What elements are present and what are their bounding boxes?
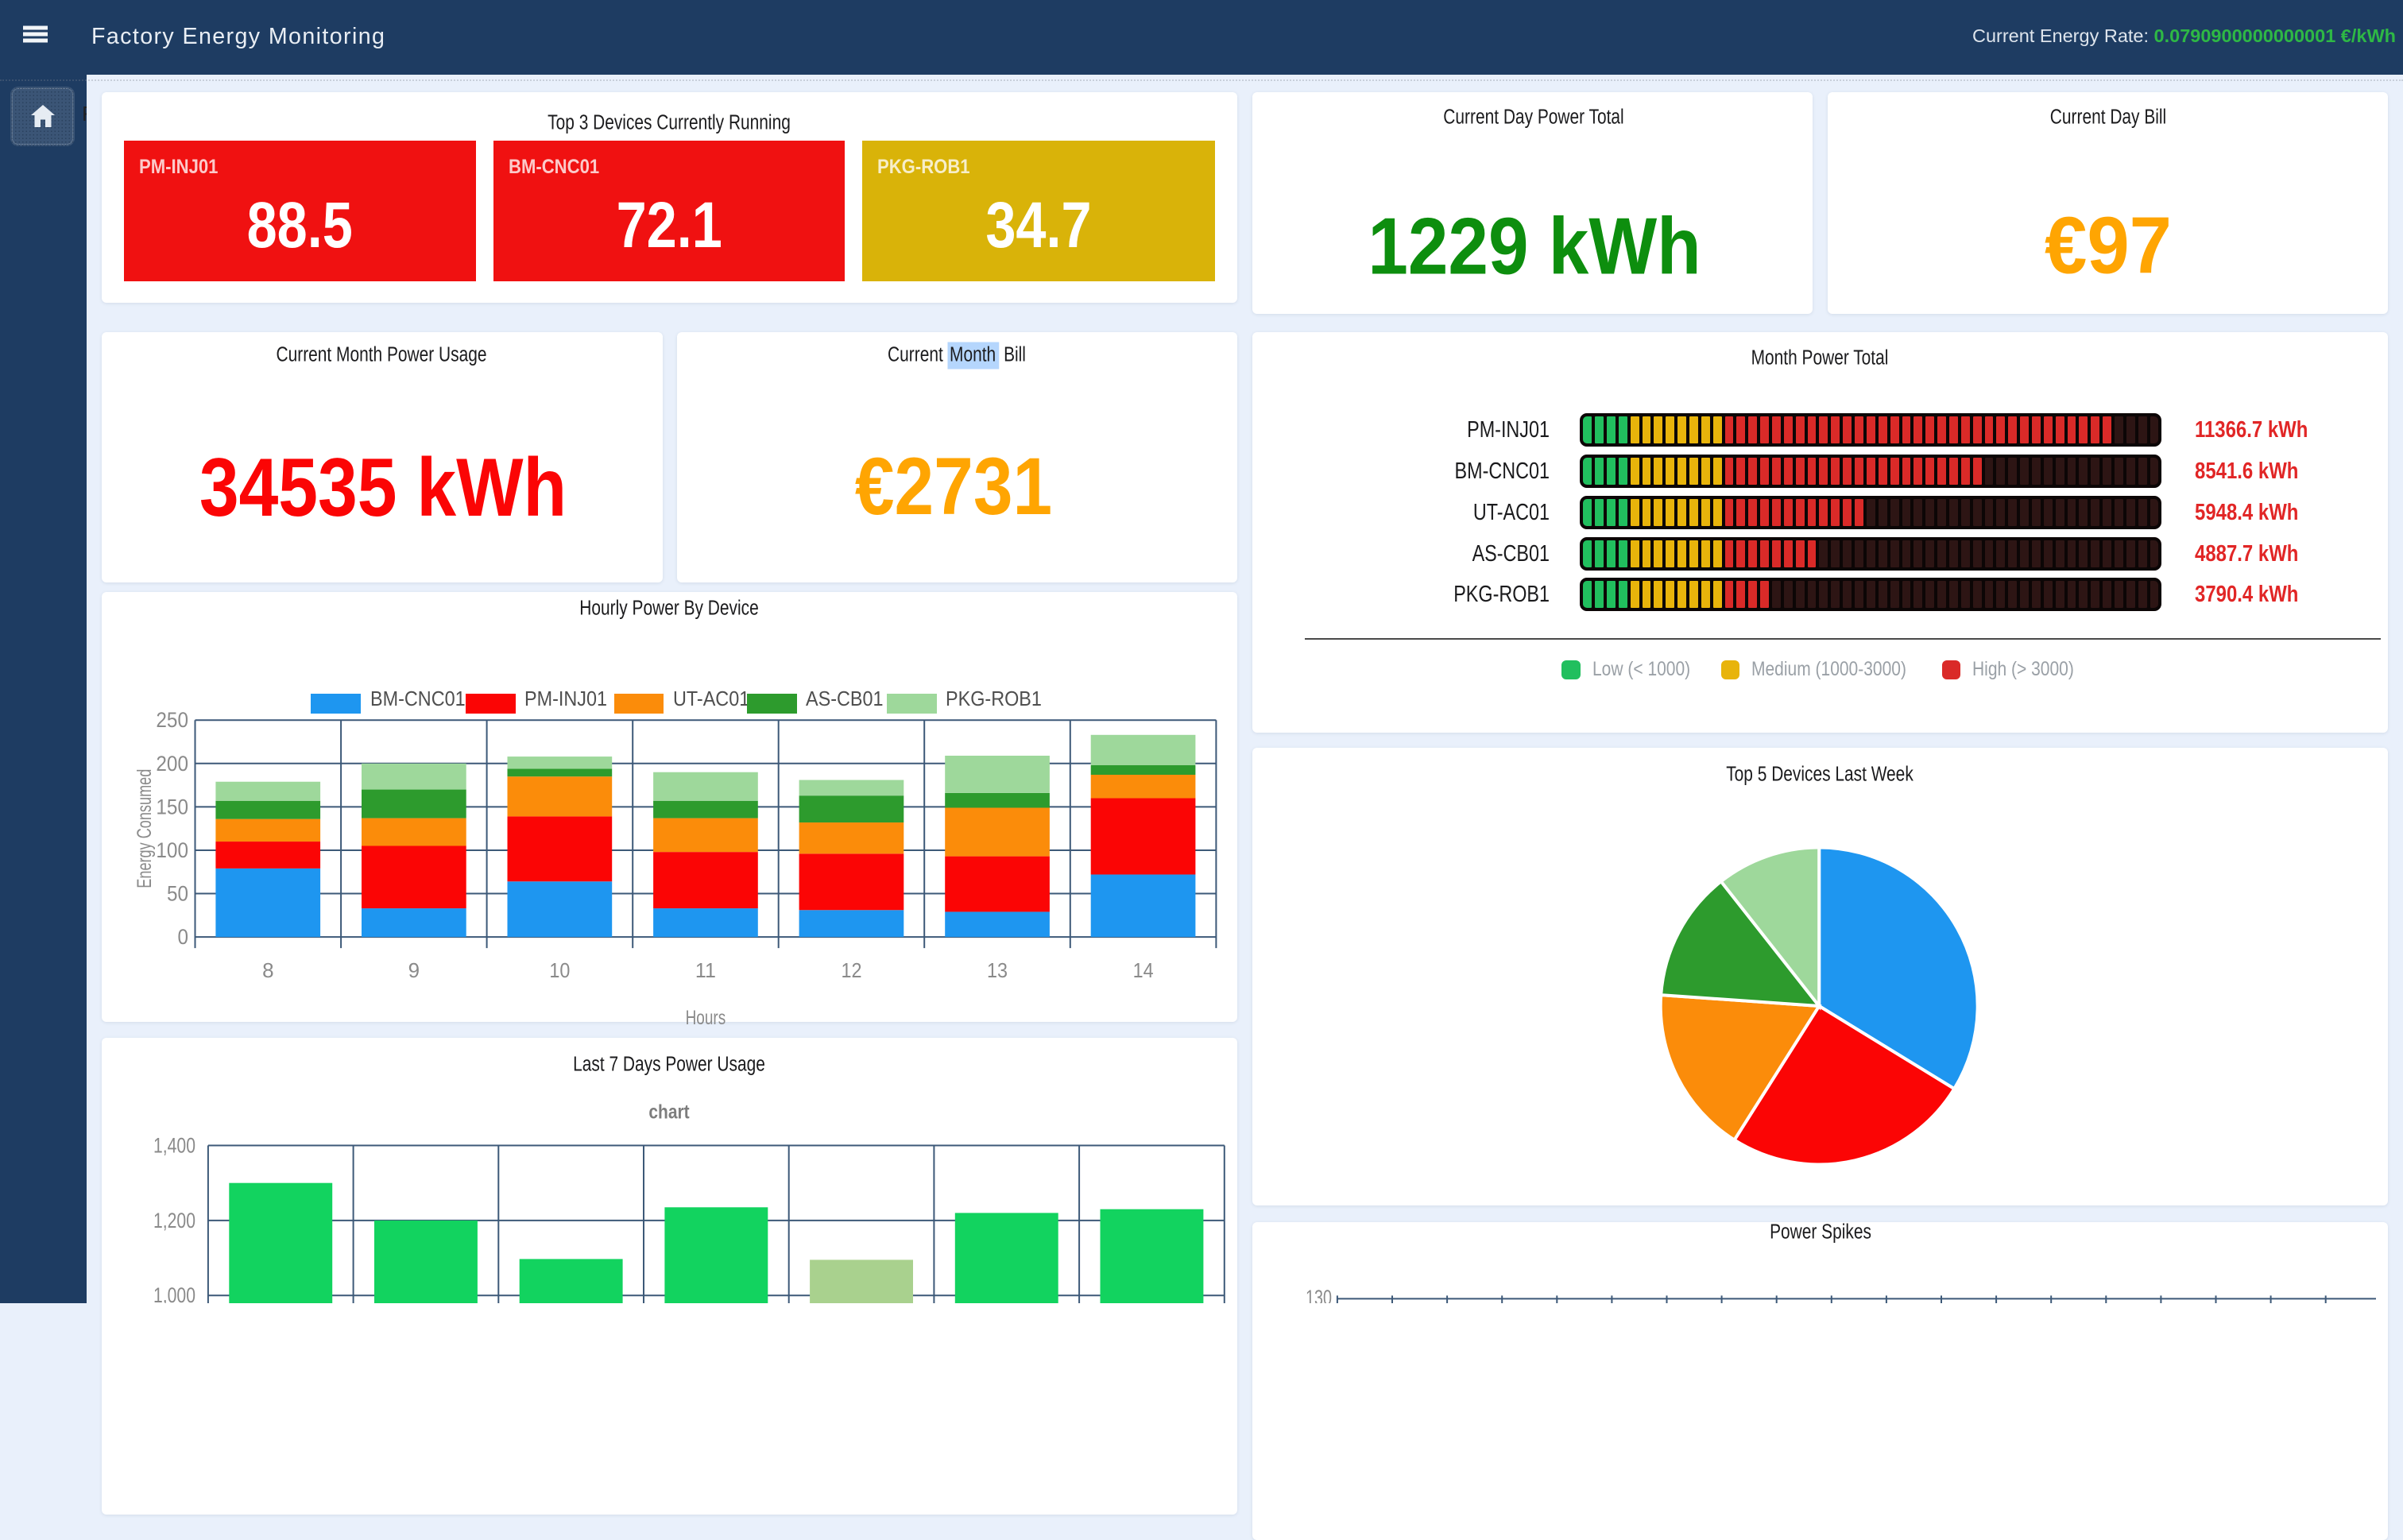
svg-text:130: 130 xyxy=(1306,1286,1332,1303)
